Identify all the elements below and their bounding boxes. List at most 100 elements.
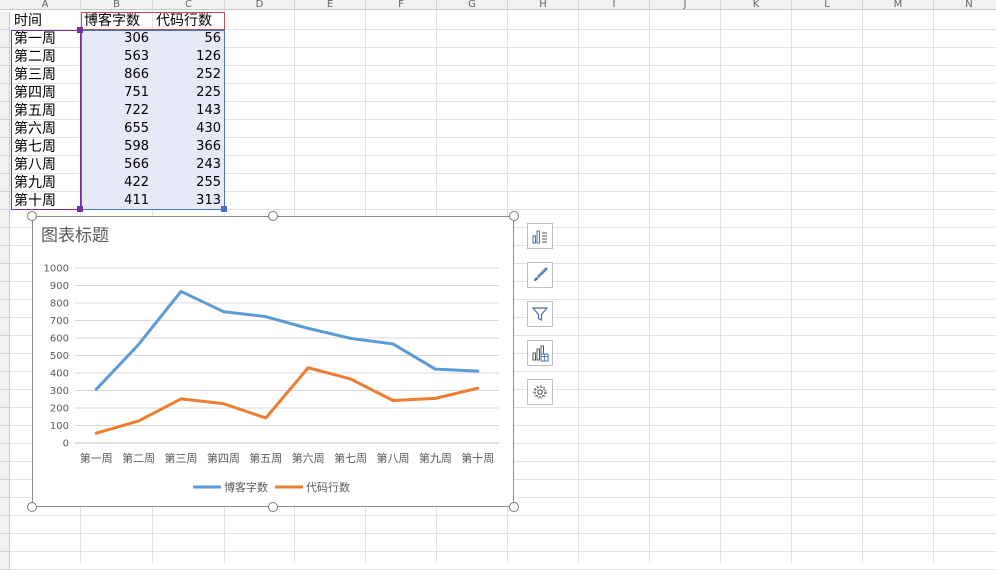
x-tick-label: 第七周: [334, 451, 367, 465]
chart-filter-icon: [531, 305, 549, 323]
gridline-vertical: [862, 10, 863, 563]
resize-handle-bottom-left[interactable]: [27, 502, 37, 512]
y-tick-label: 300: [50, 386, 69, 397]
row-header[interactable]: [0, 174, 10, 192]
column-header-k[interactable]: K: [721, 0, 792, 10]
row-header[interactable]: [0, 318, 10, 336]
y-tick-label: 200: [50, 404, 69, 415]
series-line: [96, 291, 478, 389]
x-tick-label: 第二周: [122, 451, 155, 465]
chart-elements-icon: [531, 227, 549, 245]
resize-handle-bottom[interactable]: [268, 502, 278, 512]
row-header[interactable]: [0, 48, 10, 66]
column-header-i[interactable]: I: [579, 0, 650, 10]
chart-style-brush-icon: [531, 266, 549, 284]
line-chart[interactable]: 图表标题 01002003004005006007008009001000第一周…: [32, 216, 514, 507]
resize-handle-top[interactable]: [268, 211, 278, 221]
resize-handle-bottom-right[interactable]: [509, 502, 519, 512]
x-tick-label: 第四周: [207, 451, 240, 465]
column-header-b[interactable]: B: [81, 0, 153, 10]
column-header-d[interactable]: D: [225, 0, 295, 10]
chart-settings-button[interactable]: [527, 379, 553, 405]
row-header[interactable]: [0, 282, 10, 300]
column-header-j[interactable]: J: [650, 0, 721, 10]
y-tick-label: 700: [50, 316, 69, 327]
y-tick-label: 0: [63, 439, 69, 450]
range-handle[interactable]: [77, 206, 83, 212]
row-header[interactable]: [0, 138, 10, 156]
row-header[interactable]: [0, 228, 10, 246]
row-header[interactable]: [0, 102, 10, 120]
y-tick-label: 900: [50, 281, 69, 292]
row-header[interactable]: [0, 462, 10, 480]
column-header-a[interactable]: A: [10, 0, 81, 10]
chart-data-icon: [531, 344, 549, 362]
row-header[interactable]: [0, 516, 10, 534]
row-header[interactable]: [0, 192, 10, 210]
resize-handle-top-right[interactable]: [509, 211, 519, 221]
legend-label: 博客字数: [224, 480, 268, 494]
row-header[interactable]: [0, 156, 10, 174]
column-header-n[interactable]: N: [934, 0, 996, 10]
spreadsheet[interactable]: ABCDEFGHIJKLMN 时间博客字数代码行数第一周30656第二周5631…: [0, 0, 996, 563]
row-header[interactable]: [0, 120, 10, 138]
row-header[interactable]: [0, 552, 10, 570]
row-header[interactable]: [0, 66, 10, 84]
gridline-horizontal: [10, 515, 996, 516]
gridline-horizontal: [10, 533, 996, 534]
row-header[interactable]: [0, 84, 10, 102]
row-header[interactable]: [0, 444, 10, 462]
row-header[interactable]: [0, 210, 10, 228]
row-header[interactable]: [0, 534, 10, 552]
row-header[interactable]: [0, 390, 10, 408]
gridline-vertical: [933, 10, 934, 563]
legend-label: 代码行数: [306, 481, 350, 494]
category-range-border: [11, 30, 81, 210]
header-cell[interactable]: 时间: [11, 12, 81, 30]
gridline-vertical: [578, 10, 579, 563]
y-tick-label: 400: [50, 369, 69, 380]
row-header[interactable]: [0, 354, 10, 372]
gridline-vertical: [720, 10, 721, 563]
chart-plot: 01002003004005006007008009001000第一周第二周第三…: [33, 217, 513, 506]
row-header[interactable]: [0, 372, 10, 390]
column-header-m[interactable]: M: [863, 0, 934, 10]
chart-filter-button[interactable]: [527, 301, 553, 327]
range-handle[interactable]: [77, 27, 83, 33]
y-tick-label: 500: [50, 351, 69, 362]
x-tick-label: 第十周: [461, 451, 494, 465]
x-tick-label: 第五周: [249, 451, 282, 465]
column-header-l[interactable]: L: [792, 0, 863, 10]
gridline-horizontal: [10, 551, 996, 552]
row-header[interactable]: [0, 336, 10, 354]
value-range-border: [81, 30, 225, 210]
column-header-g[interactable]: G: [437, 0, 508, 10]
chart-elements-button[interactable]: [527, 223, 553, 249]
x-tick-label: 第三周: [165, 451, 198, 465]
column-header-f[interactable]: F: [366, 0, 437, 10]
column-header-c[interactable]: C: [153, 0, 225, 10]
row-header[interactable]: [0, 30, 10, 48]
column-header-e[interactable]: E: [295, 0, 366, 10]
chart-data-button[interactable]: [527, 340, 553, 366]
row-header[interactable]: [0, 264, 10, 282]
row-header[interactable]: [0, 408, 10, 426]
y-tick-label: 600: [50, 334, 69, 345]
row-header[interactable]: [0, 12, 10, 30]
row-header[interactable]: [0, 426, 10, 444]
column-header-h[interactable]: H: [508, 0, 579, 10]
x-tick-label: 第九周: [419, 451, 452, 465]
row-header[interactable]: [0, 300, 10, 318]
chart-style-button[interactable]: [527, 262, 553, 288]
series-line: [96, 368, 478, 433]
x-tick-label: 第六周: [292, 451, 325, 465]
row-header[interactable]: [0, 498, 10, 516]
gridline-vertical: [791, 10, 792, 563]
row-header[interactable]: [0, 480, 10, 498]
x-tick-label: 第八周: [377, 451, 410, 465]
y-tick-label: 800: [50, 299, 69, 310]
gridline-vertical: [649, 10, 650, 563]
range-handle[interactable]: [221, 206, 227, 212]
resize-handle-top-left[interactable]: [27, 211, 37, 221]
row-header[interactable]: [0, 246, 10, 264]
